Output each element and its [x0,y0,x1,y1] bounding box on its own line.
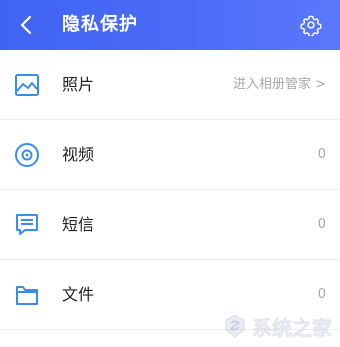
chevron-left-icon [20,15,32,35]
watermark-text: 系统之家 [252,315,332,340]
image-icon [13,71,41,99]
list-item-label: 照片 [62,75,95,94]
gear-icon [300,15,322,36]
back-button[interactable] [14,13,38,37]
list-item-sms[interactable]: 短信 0 [0,190,340,260]
list-item-value: 0 [317,217,326,232]
watermark: 系统之家 [222,311,332,341]
message-icon [13,211,41,239]
list-item-label: 文件 [62,285,95,304]
list-item-photos[interactable]: 照片 进入相册管家 > [0,50,340,120]
list-item-value: 0 [317,147,326,162]
list-item-label: 视频 [62,145,95,164]
watermark-logo-icon [225,314,245,338]
list-item-label: 短信 [62,215,95,234]
list-item-videos[interactable]: 视频 0 [0,120,340,190]
video-disc-icon [13,141,41,169]
settings-button[interactable] [298,12,324,38]
page-title: 隐私保护 [62,14,138,35]
folder-icon [13,281,41,309]
list-item-value[interactable]: 进入相册管家 > [233,50,326,119]
header-bar: 隐私保护 [0,0,340,50]
privacy-list: 照片 进入相册管家 > 视频 0 短信 0 文件 0 [0,50,340,330]
